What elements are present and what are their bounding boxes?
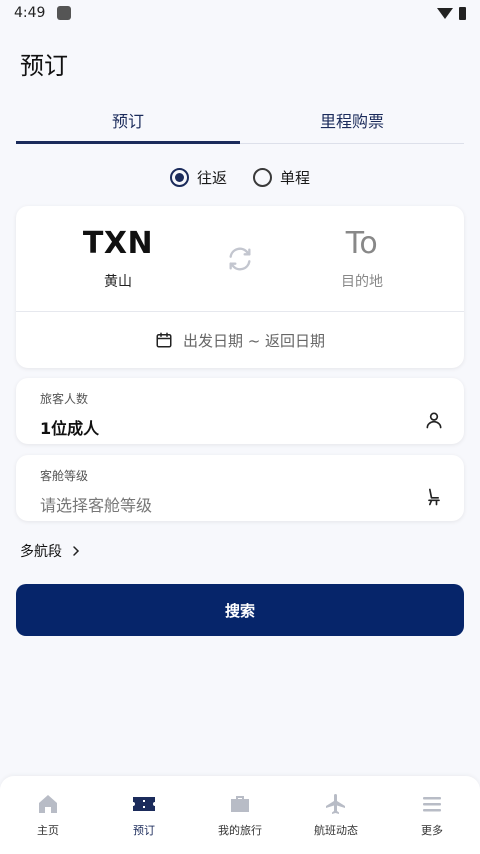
passenger-field[interactable]: 旅客人数 1位成人 — [16, 378, 464, 444]
trip-type-selector: 往返 单程 — [0, 164, 480, 190]
nav-more[interactable]: 更多 — [384, 776, 480, 854]
battery-icon — [459, 6, 466, 20]
destination-selector[interactable]: To 目的地 — [260, 226, 464, 291]
date-placeholder: 出发日期 ~ 返回日期 — [182, 331, 326, 350]
nav-flight-status-label: 航班动态 — [314, 824, 358, 837]
calendar-icon — [156, 332, 172, 348]
origin-city: 黄山 — [104, 274, 132, 290]
booking-tabs: 预订 里程购票 — [16, 96, 464, 144]
briefcase-icon — [231, 796, 249, 812]
status-time: 4:49 — [14, 5, 46, 21]
passenger-label: 旅客人数 — [40, 392, 89, 406]
plane-icon — [326, 794, 345, 814]
ticket-icon — [133, 797, 155, 811]
date-selector[interactable]: 出发日期 ~ 返回日期 — [16, 312, 464, 368]
route-row: TXN 黄山 To 目的地 — [16, 206, 464, 312]
cabin-field[interactable]: 客舱等级 请选择客舱等级 — [16, 455, 464, 521]
tab-booking[interactable]: 预订 — [16, 96, 240, 144]
destination-city: 目的地 — [341, 274, 383, 290]
route-card: TXN 黄山 To 目的地 出发日期 ~ 返回日期 — [16, 206, 464, 368]
one-way-option[interactable]: 单程 — [253, 164, 310, 190]
round-trip-label: 往返 — [196, 168, 227, 187]
multi-leg-label: 多航段 — [20, 544, 62, 560]
notification-icon — [57, 6, 72, 20]
seat-icon — [428, 488, 440, 506]
person-icon — [426, 412, 442, 429]
nav-my-trips[interactable]: 我的旅行 — [192, 776, 288, 854]
home-icon — [39, 795, 57, 813]
nav-flight-status[interactable]: 航班动态 — [288, 776, 384, 854]
round-trip-option[interactable]: 往返 — [169, 164, 227, 190]
tab-booking-label: 预订 — [111, 111, 144, 131]
page-title: 预订 — [20, 52, 68, 80]
nav-home-label: 主页 — [37, 824, 59, 837]
swap-button[interactable] — [220, 245, 260, 273]
wifi-icon — [437, 7, 453, 19]
nav-more-label: 更多 — [421, 824, 443, 837]
nav-booking[interactable]: 预订 — [96, 776, 192, 854]
passenger-value: 1位成人 — [40, 419, 100, 438]
nav-home[interactable]: 主页 — [0, 776, 96, 854]
tab-miles-ticket-label: 里程购票 — [319, 111, 384, 131]
origin-selector[interactable]: TXN 黄山 — [16, 226, 220, 291]
round-trip-radio[interactable] — [169, 167, 189, 187]
cabin-placeholder: 请选择客舱等级 — [40, 496, 153, 515]
origin-code: TXN — [82, 226, 154, 261]
swap-icon — [229, 247, 251, 270]
one-way-radio[interactable] — [253, 167, 272, 187]
chevron-right-icon — [73, 546, 80, 556]
status-icons — [437, 6, 466, 20]
menu-icon — [423, 797, 441, 812]
nav-my-trips-label: 我的旅行 — [218, 824, 262, 837]
cabin-label: 客舱等级 — [40, 469, 89, 483]
status-bar: 4:49 — [0, 0, 480, 26]
tab-miles-ticket[interactable]: 里程购票 — [240, 96, 464, 143]
search-button[interactable]: 搜索 — [16, 584, 464, 636]
destination-code: To — [345, 226, 379, 261]
bottom-nav: 主页 预订 我的旅行 航班动态 更多 — [0, 776, 480, 854]
one-way-label: 单程 — [280, 168, 311, 187]
nav-booking-label: 预订 — [133, 824, 155, 837]
multi-leg-link[interactable]: 多航段 — [20, 541, 82, 561]
